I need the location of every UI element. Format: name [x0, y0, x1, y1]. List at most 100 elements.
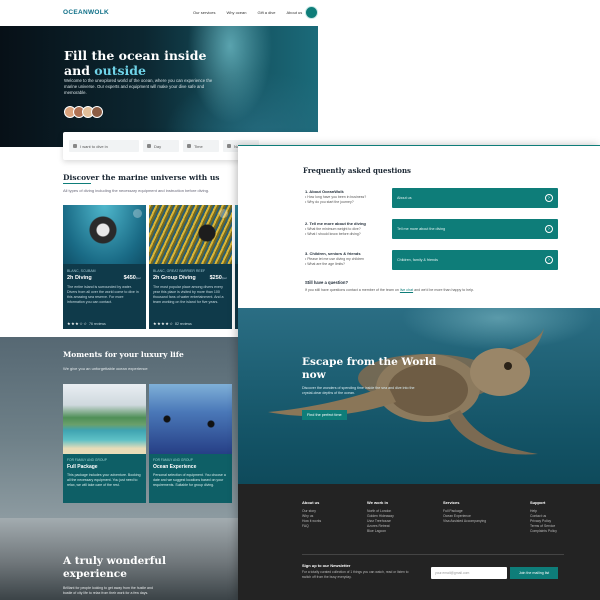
experience-title: A truly wonderful experience [63, 555, 166, 580]
title-underline [63, 183, 91, 184]
package-card[interactable]: FOR FAMILY AND GROUP Full Package This p… [63, 384, 146, 503]
faq-detail: • What I should know before diving? [305, 232, 361, 236]
faq-accordion-label: Tell me more about the diving [397, 227, 446, 231]
footer-link[interactable]: Blue Lagoon [367, 529, 394, 534]
footer-column-locations: We work in North of London Golden Hideaw… [367, 500, 394, 534]
clock-icon [187, 144, 191, 148]
tour-price-value: $250 [209, 275, 222, 281]
discover-title: Discover the marine universe with us [63, 173, 220, 182]
star-rating: ★★★★☆ [153, 321, 174, 326]
still-question-text: If you still have questions contact a me… [305, 288, 474, 292]
favorite-icon[interactable] [133, 209, 142, 218]
tour-price-unit: /per [135, 276, 141, 280]
faq-detail: • Why do you start the journey? [305, 200, 354, 204]
tour-description: The entire island is surrounded by water… [67, 285, 139, 304]
tour-location: BLANC, SCUBAM [67, 269, 96, 273]
newsletter-title: Sign up to our Newsletter [302, 563, 351, 568]
still-question-title: Still have a question? [305, 280, 349, 285]
footer-link[interactable]: Visa Assisted Accompanying [443, 519, 486, 524]
calendar-icon [147, 144, 151, 148]
tour-price: $250/per [210, 275, 227, 281]
star-rating: ★★★☆☆ [67, 321, 88, 326]
hero-title-accent: outside [94, 63, 146, 78]
nav-link-why-ocean[interactable]: Why ocean [226, 10, 246, 15]
arrow-right-icon: › [545, 194, 553, 202]
package-tag: FOR FAMILY AND GROUP [153, 458, 193, 462]
time-input-label: Time [194, 143, 203, 149]
faq-question: 3. Children, seniors & friends [305, 251, 361, 256]
package-title: Ocean Experience [153, 464, 197, 470]
join-mailing-list-button[interactable]: Join the mailing list [510, 567, 558, 579]
hero-section: Fill the ocean inside and outside Welcom… [0, 26, 318, 147]
hero-title: Fill the ocean inside and outside [64, 48, 206, 78]
footer-divider [302, 554, 564, 555]
place-input-label: I want to dive in [80, 143, 108, 149]
tour-card[interactable]: BLANC, GREAT BARRIER REEF 2h Group Divin… [149, 205, 232, 329]
escape-title: Escape from the World now [302, 356, 436, 382]
place-input[interactable]: I want to dive in [69, 140, 139, 152]
review-count: 82 reviews [175, 322, 192, 326]
divers-photo [149, 384, 232, 454]
faq-accordion-label: Children, family & friends [397, 258, 438, 262]
footer-link[interactable]: Complaints Policy [530, 529, 557, 534]
faq-accordion-diving[interactable]: Tell me more about the diving › [392, 219, 558, 239]
escape-banner: Escape from the World now Discover the w… [238, 308, 600, 484]
arrow-right-icon: › [545, 256, 553, 264]
escape-title-line1: Escape from the World [302, 356, 437, 368]
discover-subtitle: All types of diving including the necess… [63, 188, 210, 193]
avatar-group [64, 106, 103, 118]
experience-text: Brilliant for people looking to get away… [63, 586, 153, 595]
day-input[interactable]: Day [143, 140, 179, 152]
footer-column-title: About us [302, 500, 320, 505]
day-input-label: Day [154, 143, 162, 149]
luxury-subtitle: We give you an unforgettable ocean exper… [63, 366, 148, 371]
package-tag: FOR FAMILY AND GROUP [67, 458, 107, 462]
tour-location: BLANC, GREAT BARRIER REEF [153, 269, 206, 273]
faq-detail: • What are the age limits? [305, 262, 345, 266]
faq-title: Frequently asked questions [303, 166, 411, 175]
newsletter-email-input[interactable]: your.email@gmail.com [431, 567, 507, 579]
newsletter-text: For a totally curated collection of 1 th… [302, 570, 409, 579]
faq-question: 2. Tell me more about the diving [305, 221, 366, 226]
faq-accordion-family[interactable]: Children, family & friends › [392, 250, 558, 270]
beach-photo [63, 384, 146, 454]
escape-title-line2: now [302, 369, 326, 381]
footer-link[interactable]: FAQ [302, 524, 321, 529]
tour-price: $450/per [124, 275, 141, 281]
nav-link-gift[interactable]: Gift a dive [257, 10, 275, 15]
package-description: This package includes your adventure. Bo… [67, 473, 141, 487]
live-chat-link[interactable]: live chat [400, 288, 413, 292]
faq-question: 1. About OceanWolk [305, 189, 344, 194]
luxury-title: Moments for your luxury life [63, 350, 184, 359]
hero-title-line1: Fill the ocean inside [64, 48, 207, 63]
still-question-text-start: If you still have questions contact a me… [305, 288, 400, 292]
account-button[interactable] [305, 6, 318, 19]
footer-column-services: Services Full Package Ocean Experience V… [443, 500, 486, 524]
arrow-right-icon: › [545, 225, 553, 233]
site-logo[interactable]: OCEANWOLK [63, 9, 109, 16]
tour-card[interactable]: BLANC, SCUBAM 2h Diving $450/per The ent… [63, 205, 146, 329]
faq-accordion-label: About us [397, 196, 412, 200]
top-navbar: OCEANWOLK Our services Why ocean Gift a … [0, 0, 318, 26]
avatar [91, 106, 103, 118]
footer-column-about: About us Our story Why us How it works F… [302, 500, 321, 529]
nav-link-services[interactable]: Our services [193, 10, 215, 15]
package-title: Full Package [67, 464, 98, 470]
footer-column-title: Support [530, 500, 546, 505]
footer-column-title: We work in [367, 500, 389, 505]
escape-text: Discover the wonders of spending time in… [302, 386, 415, 395]
footer-column-title: Services [443, 500, 460, 505]
nav-links: Our services Why ocean Gift a dive About… [193, 10, 302, 15]
hero-title-line2: and [64, 63, 95, 78]
favorite-icon[interactable] [219, 209, 228, 218]
people-icon [227, 144, 231, 148]
package-card[interactable]: FOR FAMILY AND GROUP Ocean Experience Pe… [149, 384, 232, 503]
find-time-button[interactable]: Find the perfect time [302, 410, 347, 420]
hero-description: Welcome to the unexplored world of the o… [64, 78, 213, 96]
time-input[interactable]: Time [183, 140, 219, 152]
nav-link-about[interactable]: About us [286, 10, 302, 15]
still-question-text-end: and we'd be more than happy to help. [413, 288, 475, 292]
tour-price-value: $450 [123, 275, 136, 281]
faq-page-screenshot: Frequently asked questions 1. About Ocea… [238, 145, 600, 600]
faq-accordion-about[interactable]: About us › [392, 188, 558, 208]
